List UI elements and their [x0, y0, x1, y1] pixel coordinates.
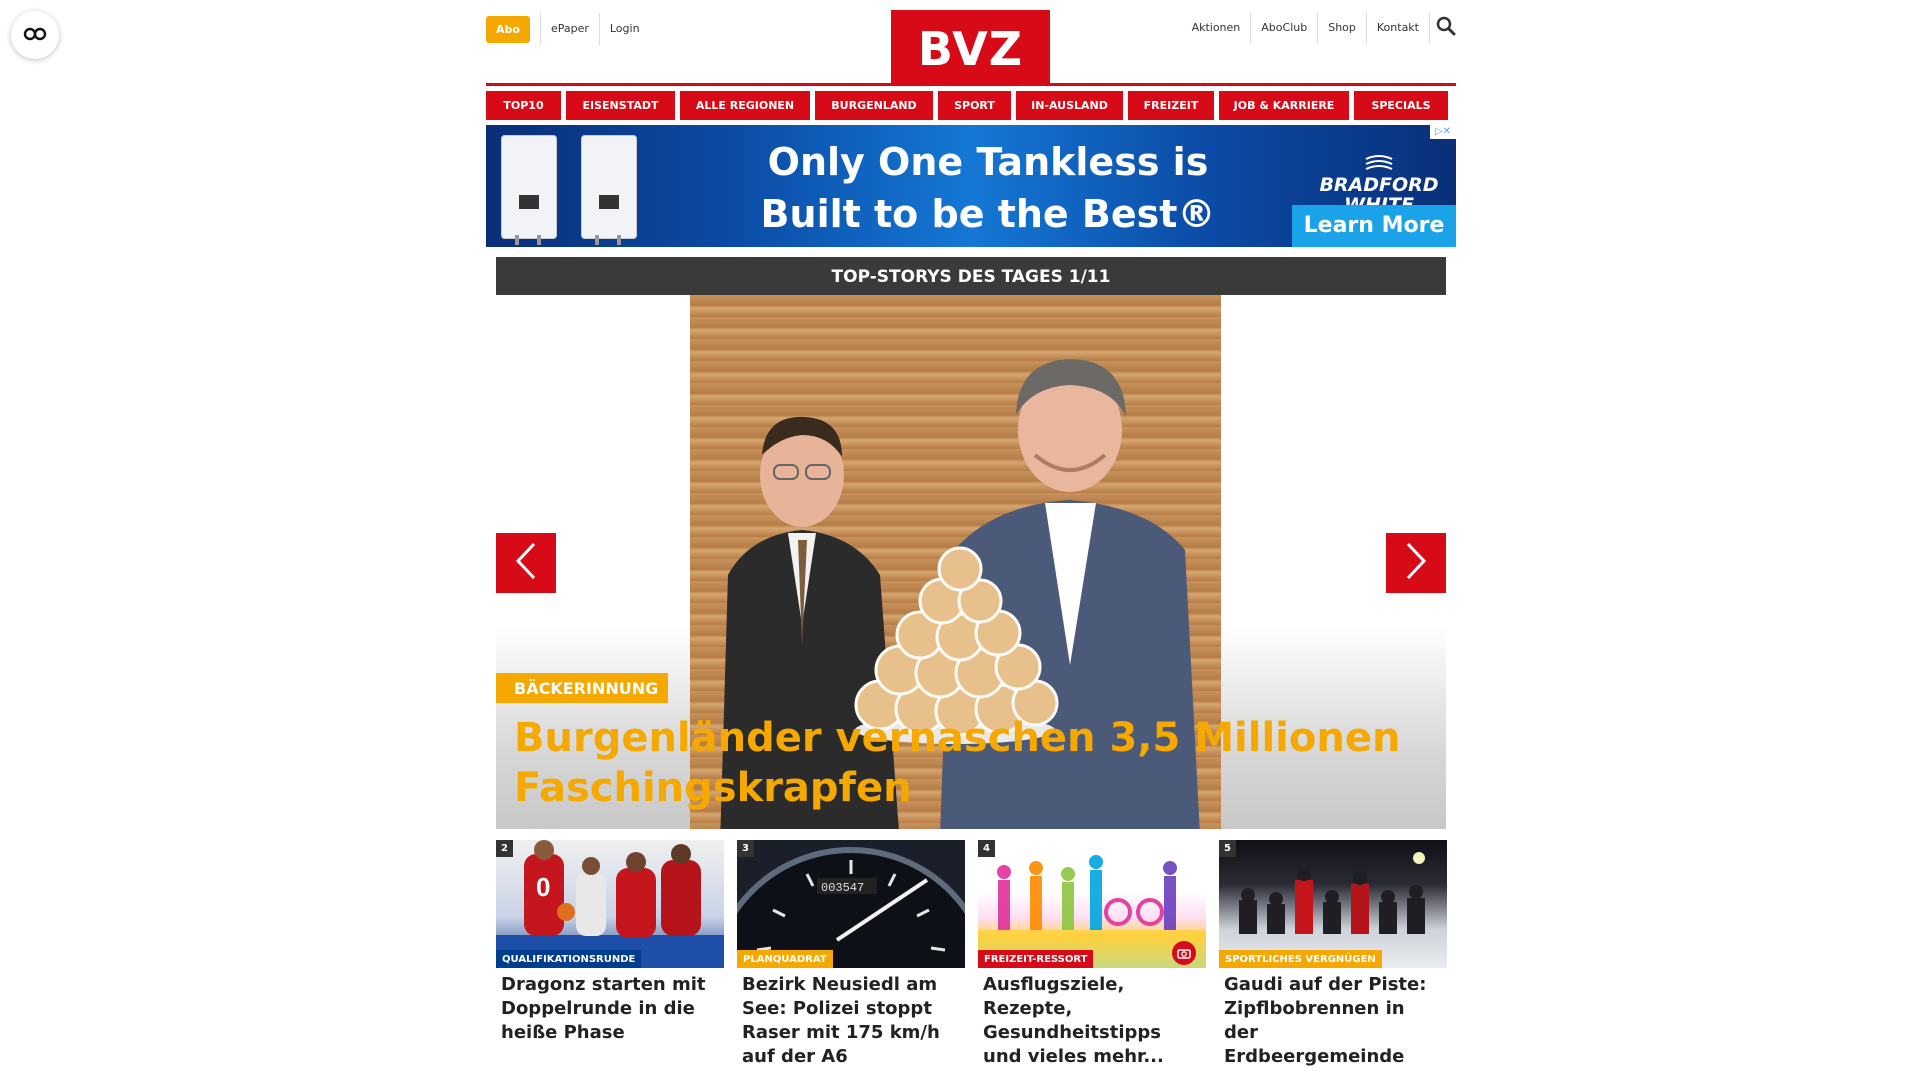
teaser-category[interactable]: SPORTLICHES VERGNÜGEN	[1219, 950, 1382, 968]
ad-brand-line1: BRADFORD	[1319, 174, 1439, 196]
camera-icon	[1177, 944, 1191, 963]
nav-item-top10[interactable]: TOP10	[486, 91, 561, 120]
teaser-image-speedometer: 003547 3 PLANQUADRAT	[737, 840, 965, 968]
teaser-image-freizeit: 4 FREIZEIT-RESSORT	[978, 840, 1206, 968]
teaser-number: 3	[737, 840, 754, 857]
nav-item-alle-regionen[interactable]: ALLE REGIONEN	[680, 91, 810, 120]
reader-mode-button[interactable]	[11, 11, 59, 59]
header-right-links: Aktionen AboClub Shop Kontakt	[1182, 12, 1456, 44]
ad-headline-line1: Only One Tankless is	[767, 140, 1209, 184]
nav-item-specials[interactable]: SPECIALS	[1354, 91, 1448, 120]
teaser-card[interactable]: 0 2 QUALIFIKATIONSRUNDE Dragonz starten …	[496, 840, 724, 1069]
teaser-image-basketball: 0 2 QUALIFIKATIONSRUNDE	[496, 840, 724, 968]
gallery-badge	[1172, 941, 1196, 965]
nav-item-freizeit[interactable]: FREIZEIT	[1128, 91, 1214, 120]
nav-item-eisenstadt[interactable]: EISENSTADT	[566, 91, 675, 120]
search-button[interactable]	[1430, 13, 1456, 43]
login-link[interactable]: Login	[600, 14, 650, 44]
teaser-number: 5	[1219, 840, 1236, 857]
ad-headline: Only One Tankless is Built to be the Bes…	[748, 136, 1228, 240]
main-navigation: TOP10 EISENSTADT ALLE REGIONEN BURGENLAN…	[486, 91, 1456, 120]
abo-button[interactable]: Abo	[486, 15, 530, 43]
teaser-card[interactable]: 5 SPORTLICHES VERGNÜGEN Gaudi auf der Pi…	[1219, 840, 1447, 1069]
teaser-number: 2	[496, 840, 513, 857]
hero-headline[interactable]: Burgenländer vernaschen 3,5 Millionen Fa…	[514, 713, 1414, 813]
page-wrapper: Abo ePaper Login BVZ Aktionen AboClub Sh…	[486, 0, 1456, 1067]
hero-carousel[interactable]: BÄCKERINNUNG Burgenländer vernaschen 3,5…	[496, 295, 1446, 829]
speedometer-illustration: 003547	[737, 847, 965, 968]
glasses-icon	[23, 26, 47, 45]
carousel-next-button[interactable]	[1386, 533, 1446, 593]
basketball-players-illustration: 0	[496, 840, 724, 968]
teaser-list: 0 2 QUALIFIKATIONSRUNDE Dragonz starten …	[496, 840, 1447, 1069]
header-left-links: Abo ePaper Login	[486, 13, 650, 45]
teaser-category[interactable]: PLANQUADRAT	[737, 950, 833, 968]
teaser-category[interactable]: QUALIFIKATIONSRUNDE	[496, 950, 642, 968]
teaser-title[interactable]: Bezirk Neusiedl am See: Polizei stoppt R…	[737, 968, 965, 1069]
ad-close-button[interactable]: ▷✕	[1430, 125, 1456, 139]
teaser-image-piste: 5 SPORTLICHES VERGNÜGEN	[1219, 840, 1447, 968]
chevron-right-icon	[1405, 541, 1427, 585]
teaser-card[interactable]: 003547 3 PLANQUADRAT Bezirk Neusiedl am …	[737, 840, 965, 1069]
nav-item-job-karriere[interactable]: JOB & KARRIERE	[1219, 91, 1349, 120]
teaser-card[interactable]: 4 FREIZEIT-RESSORT Ausflugsziele, Rezept…	[978, 840, 1206, 1069]
site-header: Abo ePaper Login BVZ Aktionen AboClub Sh…	[486, 0, 1456, 88]
search-icon	[1436, 16, 1456, 40]
aktionen-link[interactable]: Aktionen	[1182, 13, 1251, 43]
epaper-link[interactable]: ePaper	[541, 14, 599, 44]
sledding-group-illustration	[1239, 852, 1425, 934]
bradford-wave-icon	[1365, 155, 1393, 170]
header-red-line	[486, 83, 1456, 86]
nav-item-burgenland[interactable]: BURGENLAND	[815, 91, 933, 120]
svg-text:0: 0	[536, 872, 550, 902]
teaser-title[interactable]: Dragonz starten mit Doppelrunde in die h…	[496, 968, 724, 1045]
top-stories-bar: TOP-STORYS DES TAGES 1/11	[496, 257, 1446, 295]
bvz-logo[interactable]: BVZ	[891, 10, 1050, 86]
teaser-title[interactable]: Gaudi auf der Piste: Zipflbobrennen in d…	[1219, 968, 1447, 1069]
teaser-title[interactable]: Ausflugsziele, Rezepte, Gesundheitstipps…	[978, 968, 1206, 1069]
nav-item-in-ausland[interactable]: IN-AUSLAND	[1016, 91, 1123, 120]
ad-headline-line2: Built to be the Best®	[760, 192, 1216, 236]
carousel-prev-button[interactable]	[496, 533, 556, 593]
teaser-number: 4	[978, 840, 995, 857]
ad-learn-more-button[interactable]: Learn More	[1292, 205, 1456, 247]
shop-link[interactable]: Shop	[1318, 13, 1366, 43]
water-heater-image	[496, 135, 676, 245]
svg-text:003547: 003547	[821, 881, 864, 895]
kontakt-link[interactable]: Kontakt	[1367, 13, 1429, 43]
hero-category-tag[interactable]: BÄCKERINNUNG	[496, 673, 669, 703]
chevron-left-icon	[515, 541, 537, 585]
aboclub-link[interactable]: AboClub	[1251, 13, 1317, 43]
advertisement-banner[interactable]: Only One Tankless is Built to be the Bes…	[486, 125, 1456, 247]
nav-item-sport[interactable]: SPORT	[938, 91, 1011, 120]
teaser-category[interactable]: FREIZEIT-RESSORT	[978, 950, 1094, 968]
